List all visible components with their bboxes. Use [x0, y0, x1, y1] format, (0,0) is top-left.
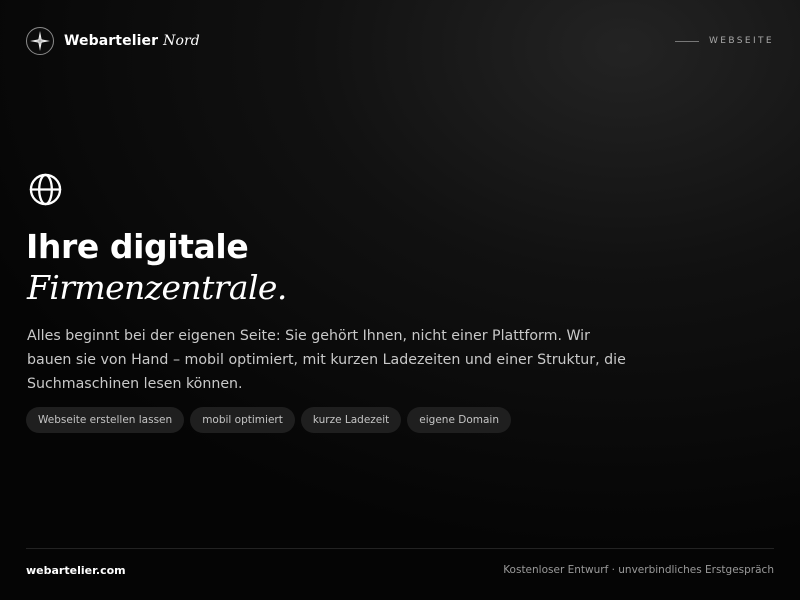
section-label: WEBSEITE [708, 36, 774, 46]
tag-mobil-optimiert[interactable]: mobil optimiert [190, 407, 295, 433]
hero-description: Alles beginnt bei der eigenen Seite: Sie… [27, 328, 626, 392]
compass-star-icon [26, 27, 54, 55]
section-indicator: WEBSEITE [674, 36, 774, 46]
footer-note: Kostenloser Entwurf · unverbindliches Er… [503, 564, 774, 576]
site-footer: webartelier.com Kostenloser Entwurf · un… [26, 562, 774, 578]
footer-divider [26, 548, 774, 549]
hero-title: Ihre digitale [26, 227, 249, 266]
globe-icon [29, 173, 62, 206]
section-line [674, 40, 699, 42]
footer-domain-link[interactable]: webartelier.com [26, 564, 126, 577]
brand-accent: Nord [163, 33, 200, 49]
tag-list: Webseite erstellen lassen mobil optimier… [26, 407, 511, 433]
hero-title-accent: Firmenzentrale. [27, 268, 287, 307]
tag-webseite-erstellen[interactable]: Webseite erstellen lassen [26, 407, 185, 433]
tag-eigene-domain[interactable]: eigene Domain [407, 407, 511, 433]
site-header: Webartelier Nord WEBSEITE [26, 26, 774, 56]
brand[interactable]: Webartelier Nord [26, 27, 200, 55]
tag-kurze-ladezeit[interactable]: kurze Ladezeit [300, 407, 402, 433]
brand-name: Webartelier Nord [64, 33, 200, 49]
